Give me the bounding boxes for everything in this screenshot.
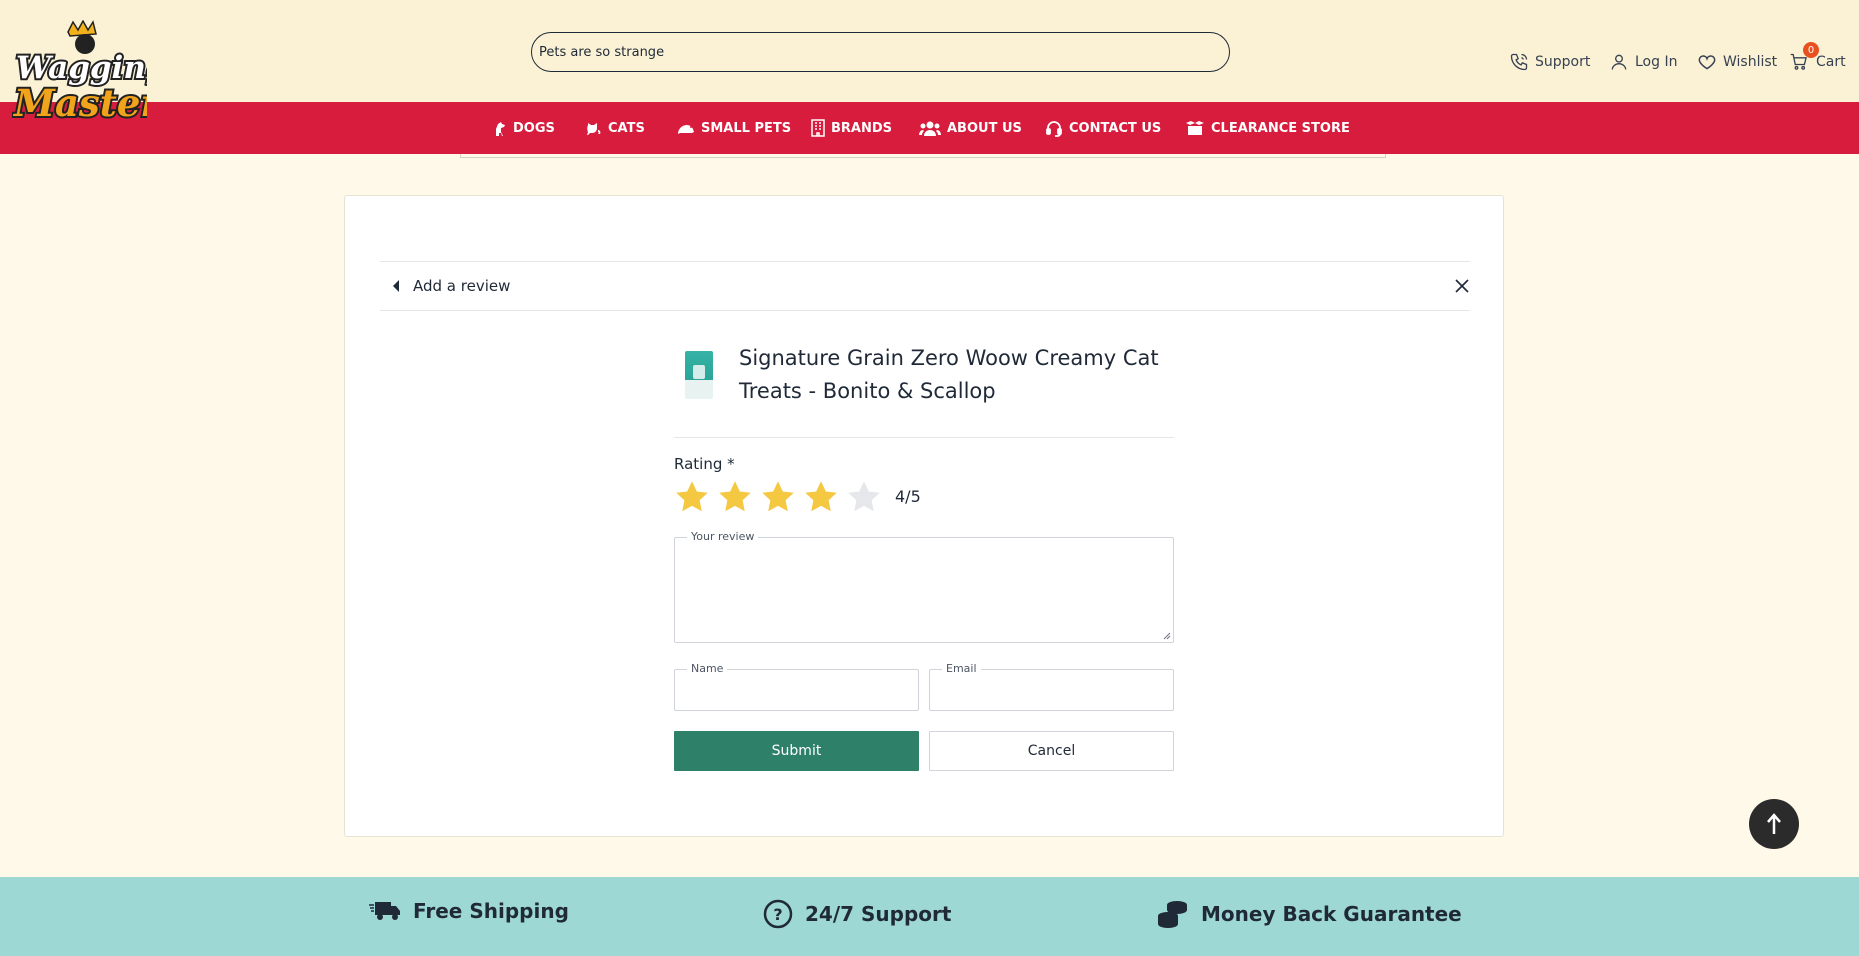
coins-icon (1158, 901, 1187, 928)
star-filled-icon[interactable] (674, 479, 710, 515)
nav-item-clearance-store[interactable]: CLEARANCE STORE (1185, 102, 1350, 154)
review-textarea[interactable]: Your review (674, 530, 1174, 643)
cart-label: Cart (1816, 54, 1846, 70)
wishlist-label: Wishlist (1723, 54, 1778, 70)
review-header-title: Add a review (413, 277, 511, 295)
nav-item-brands[interactable]: BRANDS (811, 102, 892, 154)
nav-label: CONTACT US (1069, 120, 1162, 136)
heart-icon (1698, 55, 1716, 70)
nav-label: SMALL PETS (701, 120, 792, 136)
nav-item-about-us[interactable]: ABOUT US (919, 102, 1022, 154)
name-label: Name (687, 662, 728, 676)
nav-item-dogs[interactable]: DOGS (493, 102, 555, 154)
svg-text:?: ? (773, 905, 782, 924)
cancel-button[interactable]: Cancel (929, 731, 1174, 771)
arrow-up-icon (1767, 813, 1781, 834)
name-field[interactable]: Name (674, 662, 919, 711)
truck-icon (369, 902, 400, 920)
product-thumbnail (685, 351, 713, 399)
feature-label: Free Shipping (413, 899, 569, 923)
search-value: Pets are so strange (539, 44, 665, 60)
feature-label: Money Back Guarantee (1201, 902, 1462, 926)
nav-item-small-pets[interactable]: SMALL PETS (677, 102, 791, 154)
nav-label: CLEARANCE STORE (1211, 120, 1350, 136)
main-navigation: DOGS CATS SMALL PETS BRANDS ABOUT US CON… (0, 102, 1859, 154)
phone-icon (1510, 53, 1528, 71)
rating-value: 4/5 (895, 487, 921, 506)
building-icon (811, 119, 825, 137)
review-card: Add a review Signature Grain Zero Woow C… (344, 195, 1504, 837)
nav-item-cats[interactable]: CATS (586, 102, 645, 154)
cart-count-badge: 0 (1803, 42, 1819, 58)
nav-label: BRANDS (831, 120, 893, 136)
email-label: Email (942, 662, 981, 676)
feature-support: ? 24/7 Support (763, 899, 951, 929)
user-icon (1611, 54, 1627, 70)
question-circle-icon: ? (763, 899, 793, 929)
close-icon[interactable] (1455, 279, 1469, 293)
product-title: Signature Grain Zero Woow Creamy Cat Tre… (739, 346, 1159, 403)
resize-handle-icon[interactable] (1163, 632, 1171, 640)
email-field[interactable]: Email (929, 662, 1174, 711)
support-link[interactable]: Support (1509, 52, 1590, 72)
nav-label: DOGS (513, 120, 555, 136)
review-header: Add a review (380, 261, 1470, 311)
dropdown-remnant (460, 154, 1386, 158)
feature-money-back: Money Back Guarantee (1157, 899, 1462, 929)
star-filled-icon[interactable] (803, 479, 839, 515)
small-pet-icon (678, 125, 694, 134)
feature-free-shipping: Free Shipping (369, 899, 569, 923)
nav-label: ABOUT US (947, 120, 1022, 136)
divider (674, 437, 1174, 438)
nav-label: CATS (608, 120, 645, 136)
cat-icon (587, 123, 601, 135)
back-arrow-icon[interactable] (390, 279, 402, 293)
star-filled-icon[interactable] (760, 479, 796, 515)
users-icon (919, 121, 941, 136)
back-to-top-button[interactable] (1749, 799, 1799, 849)
feature-label: 24/7 Support (805, 902, 952, 926)
login-label: Log In (1635, 54, 1678, 70)
rating-label: Rating * (674, 455, 735, 473)
nav-item-contact-us[interactable]: CONTACT US (1045, 102, 1161, 154)
headset-icon (1046, 121, 1062, 137)
star-empty-icon[interactable] (846, 479, 882, 515)
wishlist-link[interactable]: Wishlist (1697, 52, 1777, 72)
logo-text-bottom: Master (12, 81, 147, 125)
support-label: Support (1535, 54, 1591, 70)
search-input[interactable]: Pets are so strange (531, 32, 1230, 72)
top-header: Pets are so strange Support Log In Wishl… (0, 0, 1859, 102)
login-link[interactable]: Log In (1609, 52, 1677, 72)
review-label: Your review (687, 530, 759, 544)
submit-button[interactable]: Submit (674, 731, 919, 771)
site-logo[interactable]: Wagging Master (10, 19, 170, 132)
features-bar: Free Shipping ? 24/7 Support Money Back … (0, 877, 1859, 956)
dog-icon (496, 122, 505, 136)
box-icon (1186, 121, 1204, 135)
star-filled-icon[interactable] (717, 479, 753, 515)
